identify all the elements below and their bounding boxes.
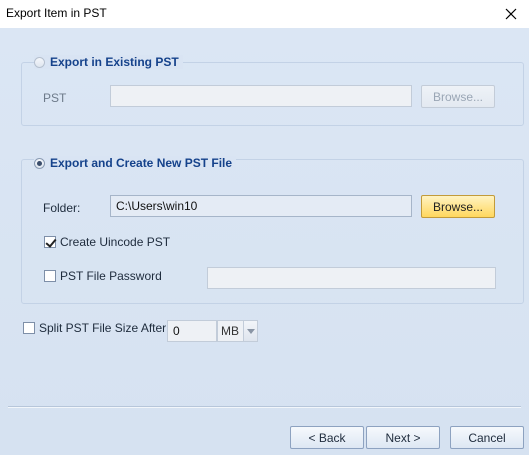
back-button[interactable]: < Back [290,426,364,449]
split-pst-option[interactable]: Split PST File Size After [23,321,166,335]
existing-pst-label: Export in Existing PST [50,55,179,69]
split-unit-select[interactable]: MB [217,320,258,342]
unicode-pst-option[interactable]: Create Uincode PST [44,235,170,249]
existing-pst-option[interactable]: Export in Existing PST [34,55,183,69]
existing-browse-button[interactable]: Browse... [421,85,495,108]
next-button[interactable]: Next > [366,426,440,449]
title-bar: Export Item in PST [0,0,529,28]
split-unit-dropdown-arrow[interactable] [243,321,257,341]
split-pst-label: Split PST File Size After [39,321,167,335]
folder-path-input[interactable]: C:\Users\win10 [110,195,412,217]
split-size-input[interactable]: 0 [167,320,217,342]
existing-pst-radio[interactable] [34,56,45,68]
new-pst-option[interactable]: Export and Create New PST File [34,156,237,170]
unicode-pst-label: Create Uincode PST [60,235,171,249]
new-pst-label: Export and Create New PST File [50,156,233,170]
folder-label: Folder: [43,201,81,215]
window-title: Export Item in PST [6,6,107,20]
unicode-pst-checkbox[interactable] [44,236,56,248]
pst-password-checkbox[interactable] [44,270,56,282]
pst-password-input[interactable] [207,267,496,289]
pst-label: PST [43,91,67,105]
split-unit-value: MB [221,324,239,338]
pst-password-label: PST File Password [60,269,162,283]
cancel-button[interactable]: Cancel [450,426,524,449]
pst-path-input[interactable] [110,85,412,107]
new-pst-radio[interactable] [34,157,45,169]
split-pst-checkbox[interactable] [23,322,35,334]
folder-browse-button[interactable]: Browse... [421,195,495,218]
close-button[interactable] [493,0,529,28]
chevron-down-icon [246,328,255,334]
pst-password-option[interactable]: PST File Password [44,269,162,283]
footer-divider-highlight [8,407,521,408]
close-icon [505,8,517,20]
dialog-body: Export in Existing PST PST Browse... Exp… [0,28,529,455]
